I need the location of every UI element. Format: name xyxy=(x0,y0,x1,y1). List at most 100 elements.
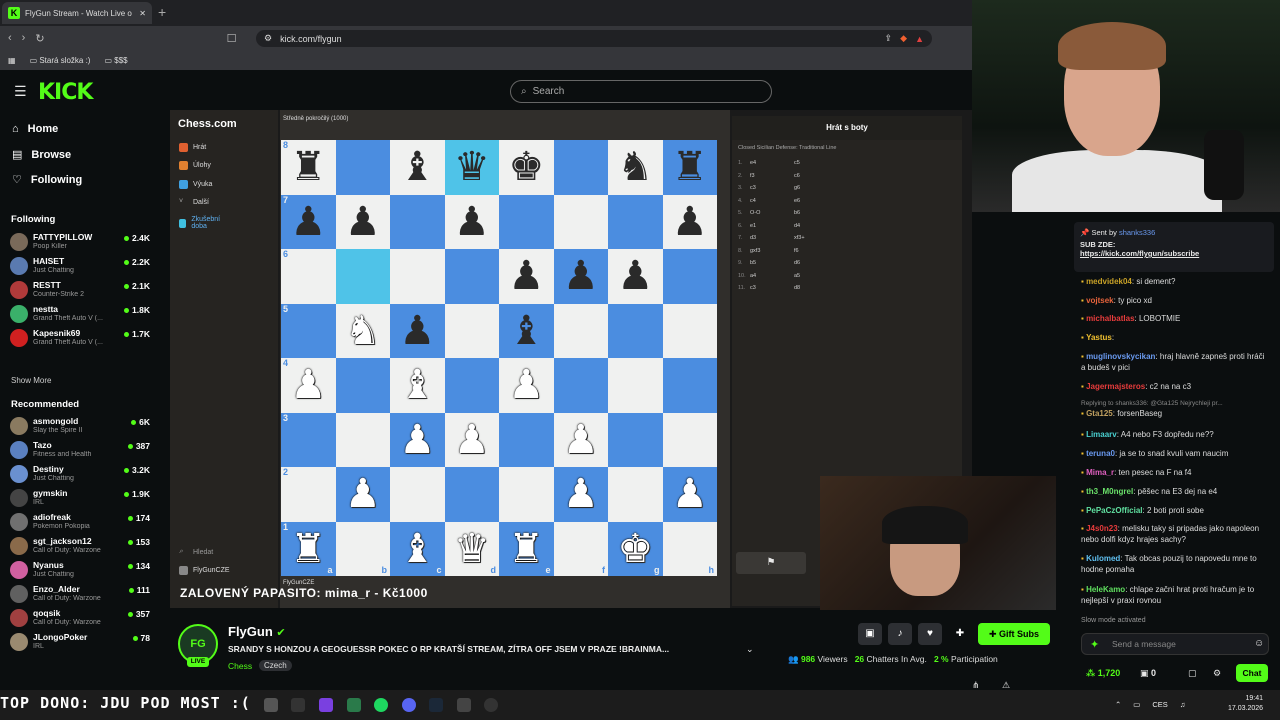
board-square[interactable] xyxy=(444,249,499,304)
white-pawn-icon[interactable]: ♟ xyxy=(345,474,381,514)
follow-heart-icon[interactable]: ♥ xyxy=(918,623,942,645)
board-square[interactable]: h xyxy=(662,521,717,576)
board-square[interactable]: ♞ xyxy=(335,303,390,358)
board-square[interactable] xyxy=(608,467,663,522)
channel-item[interactable]: Kapesnik69 Grand Theft Auto V (... 1.7K xyxy=(10,326,150,350)
channel-item[interactable]: Enzo_Alder Call of Duty: Warzone 111 xyxy=(10,582,150,606)
board-square[interactable]: 2 xyxy=(281,467,336,522)
white-knight-icon[interactable]: ♞ xyxy=(345,311,381,351)
white-pawn-icon[interactable]: ♟ xyxy=(672,474,708,514)
chat-input[interactable]: Send a message xyxy=(1081,633,1269,655)
kick-logo[interactable]: KICK xyxy=(38,80,93,105)
white-pawn-icon[interactable]: ♟ xyxy=(399,420,435,460)
channel-item[interactable]: nestta Grand Theft Auto V (... 1.8K xyxy=(10,302,150,326)
address-bar[interactable]: ⚙ kick.com/flygun ⇪ ◆ ▲ xyxy=(256,30,932,47)
reload-icon[interactable]: ↻ xyxy=(35,32,44,45)
board-square[interactable] xyxy=(335,140,390,195)
hamburger-menu-icon[interactable]: ☰ xyxy=(14,83,27,100)
board-square[interactable] xyxy=(553,303,608,358)
board-square[interactable]: ♝ xyxy=(390,140,445,195)
spotify-icon[interactable] xyxy=(374,698,388,712)
white-pawn-icon[interactable]: ♟ xyxy=(454,420,490,460)
app-icon[interactable] xyxy=(319,698,333,712)
chat-username[interactable]: michalbatlas xyxy=(1086,314,1134,323)
board-square[interactable] xyxy=(662,412,717,467)
black-queen-icon[interactable]: ♛ xyxy=(454,147,490,187)
pinned-link[interactable]: https://kick.com/flygun/subscribe xyxy=(1080,249,1268,258)
board-square[interactable]: 6 xyxy=(281,249,336,304)
board-square[interactable]: 3 xyxy=(281,412,336,467)
sound-icon[interactable]: ♫ xyxy=(1180,700,1186,709)
channel-item[interactable]: JLongoPoker IRL 78 xyxy=(10,630,150,654)
board-square[interactable] xyxy=(553,358,608,413)
board-square[interactable]: g ♚ xyxy=(608,521,663,576)
board-square[interactable] xyxy=(608,303,663,358)
board-square[interactable]: ♚ xyxy=(499,140,554,195)
white-queen-icon[interactable]: ♛ xyxy=(454,529,490,569)
white-rook-icon[interactable]: ♜ xyxy=(290,529,326,569)
channel-item[interactable]: HAISET Just Chatting 2.2K xyxy=(10,254,150,278)
gift-subs-button[interactable]: ✚ Gift Subs xyxy=(978,623,1050,645)
clip-icon[interactable]: ▣ xyxy=(858,623,882,645)
board-square[interactable] xyxy=(662,249,717,304)
app-icon[interactable] xyxy=(291,698,305,712)
board-square[interactable]: ♞ xyxy=(608,140,663,195)
board-square[interactable] xyxy=(444,303,499,358)
board-square[interactable] xyxy=(608,194,663,249)
board-square[interactable]: 4 ♟ xyxy=(281,358,336,413)
board-square[interactable] xyxy=(335,249,390,304)
channel-item[interactable]: Nyanus Just Chatting 134 xyxy=(10,558,150,582)
chat-username[interactable]: Mima_r xyxy=(1086,468,1114,477)
board-square[interactable]: b xyxy=(335,521,390,576)
board-square[interactable]: ♟ xyxy=(335,467,390,522)
board-square[interactable]: ♟ xyxy=(390,303,445,358)
channel-item[interactable]: sgt_jackson12 Call of Duty: Warzone 153 xyxy=(10,534,150,558)
bookmark-folder-2[interactable]: ▭ $$$ xyxy=(104,56,127,65)
subscribe-icon[interactable]: ✚ xyxy=(948,623,972,645)
board-square[interactable] xyxy=(390,194,445,249)
white-pawn-icon[interactable]: ♟ xyxy=(290,365,326,405)
black-rook-icon[interactable]: ♜ xyxy=(290,147,326,187)
board-square[interactable] xyxy=(499,412,554,467)
chat-username[interactable]: th3_M0ngrel xyxy=(1086,487,1133,496)
clock[interactable]: 19:41 17.03.2026 xyxy=(1228,694,1263,714)
emoji-icon[interactable]: ☺ xyxy=(1254,638,1264,649)
nav-following[interactable]: ♡ Following xyxy=(12,173,82,187)
settings-icon[interactable]: ⚙ xyxy=(1213,668,1221,679)
channel-item[interactable]: FATTYPILLOW Poop Killer 2.4K xyxy=(10,230,150,254)
board-square[interactable]: ♟ xyxy=(499,249,554,304)
white-rook-icon[interactable]: ♜ xyxy=(508,529,544,569)
board-square[interactable]: ♟ xyxy=(662,467,717,522)
board-square[interactable]: ♟ xyxy=(608,249,663,304)
chat-username[interactable]: Jagermajsteros xyxy=(1086,382,1145,391)
board-square[interactable] xyxy=(662,303,717,358)
stream-category[interactable]: Chess xyxy=(228,661,252,671)
black-pawn-icon[interactable]: ♟ xyxy=(454,202,490,242)
board-square[interactable]: ♟ xyxy=(499,358,554,413)
app-icon[interactable] xyxy=(457,698,471,712)
board-square[interactable]: ♟ xyxy=(553,249,608,304)
browser-tab[interactable]: K FlyGun Stream - Watch Live o ✕ xyxy=(2,2,152,24)
black-knight-icon[interactable]: ♞ xyxy=(617,147,653,187)
board-square[interactable] xyxy=(553,140,608,195)
black-pawn-icon[interactable]: ♟ xyxy=(563,256,599,296)
streamer-name[interactable]: FlyGun ✔ xyxy=(228,624,286,639)
white-pawn-icon[interactable]: ♟ xyxy=(563,474,599,514)
black-pawn-icon[interactable]: ♟ xyxy=(345,202,381,242)
board-square[interactable] xyxy=(390,467,445,522)
board-square[interactable]: ♟ xyxy=(335,194,390,249)
channel-item[interactable]: adiofreak Pokemon Pokopia 174 xyxy=(10,510,150,534)
board-square[interactable] xyxy=(499,467,554,522)
black-pawn-icon[interactable]: ♟ xyxy=(399,311,435,351)
board-square[interactable] xyxy=(335,358,390,413)
app-icon[interactable] xyxy=(347,698,361,712)
channel-points[interactable]: ⁂ 1,720 xyxy=(1086,668,1120,679)
new-tab-button[interactable]: + xyxy=(158,4,166,20)
white-king-icon[interactable]: ♚ xyxy=(617,529,653,569)
board-square[interactable] xyxy=(662,358,717,413)
board-square[interactable]: c ♝ xyxy=(390,521,445,576)
board-square[interactable]: ♜ xyxy=(662,140,717,195)
chat-users-icon[interactable]: ▢ xyxy=(1188,668,1197,679)
discord-icon[interactable] xyxy=(402,698,416,712)
chat-username[interactable]: muglinovskycikan xyxy=(1086,352,1155,361)
